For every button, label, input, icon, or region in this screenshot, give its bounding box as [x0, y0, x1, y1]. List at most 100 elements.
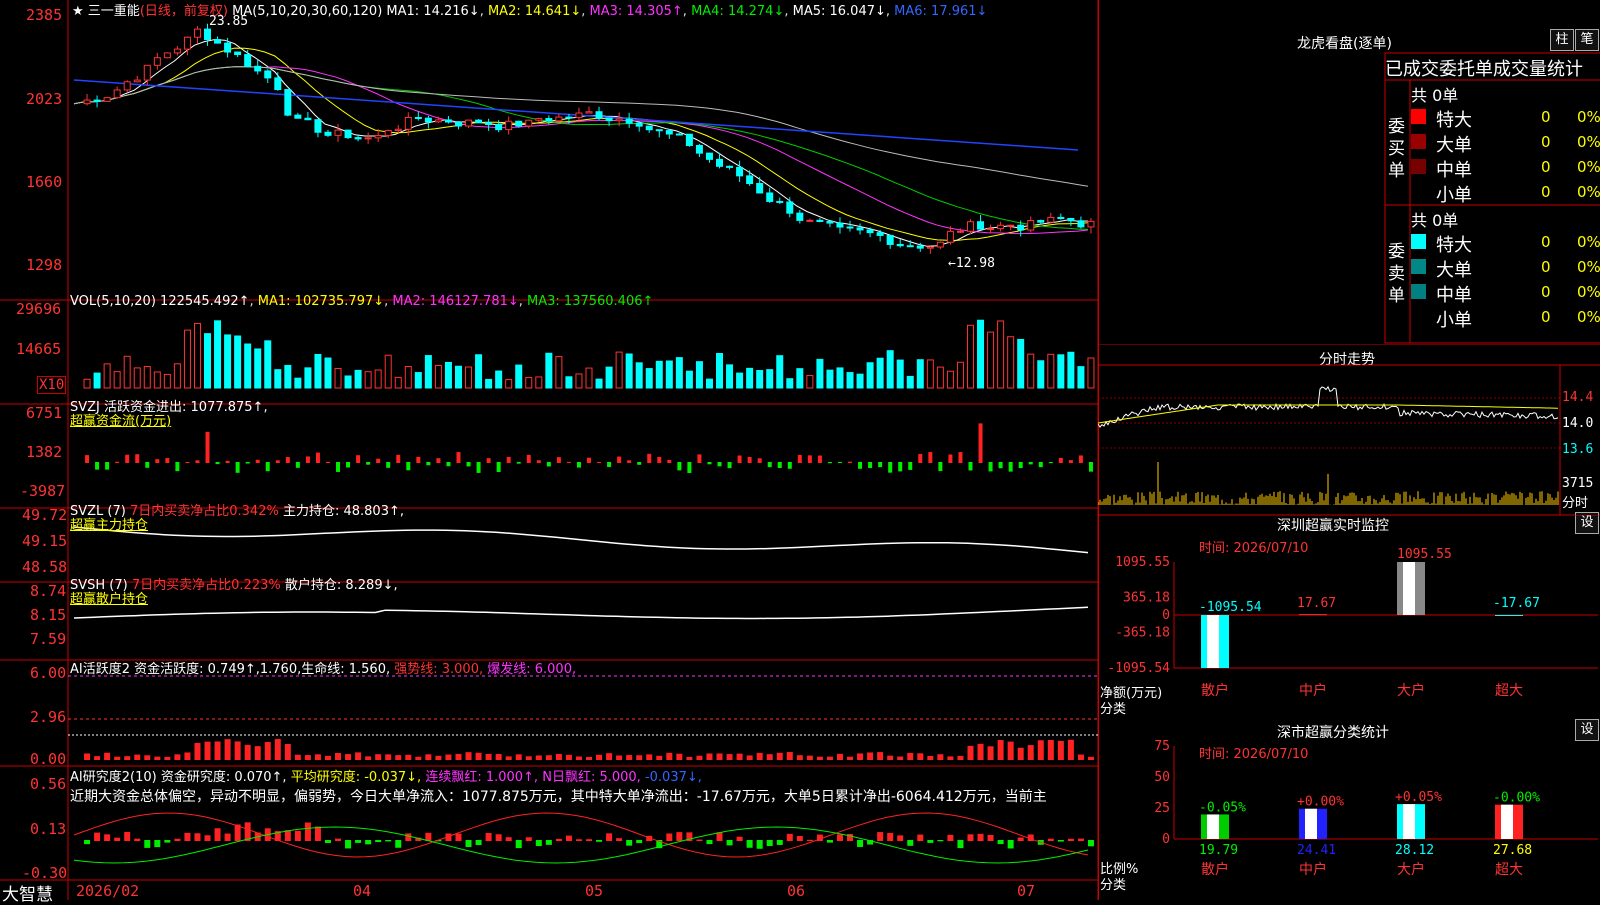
research-bar — [294, 830, 301, 841]
ai-research-neg: -0.037↓, — [644, 770, 702, 785]
flow-bar — [215, 462, 220, 465]
research-bar — [987, 834, 994, 841]
sell-row-label: 特大 — [1436, 235, 1472, 256]
flow-bar — [978, 423, 983, 463]
volume-bar — [173, 363, 181, 389]
flow-bar — [245, 462, 250, 464]
flow-bar — [597, 461, 602, 463]
stats-category-label: 超大 — [1495, 862, 1523, 878]
buy-color-swatch — [1411, 159, 1426, 174]
stats-pct-label: +0.05% — [1395, 790, 1442, 805]
flow-bar — [958, 452, 963, 463]
research-bar — [405, 833, 412, 841]
vol-ma1: MA1: 102735.797↓ — [257, 294, 385, 309]
flow-bar — [948, 454, 953, 463]
activity-bar — [776, 752, 783, 760]
research-bar — [887, 832, 894, 841]
volume-bar — [856, 373, 864, 389]
research-bar — [355, 840, 362, 843]
research-bar — [545, 840, 552, 845]
ma3-value: MA3: 14.305↑ — [589, 4, 683, 19]
candle-body — [806, 219, 814, 222]
research-bar — [696, 839, 703, 841]
research-bar — [666, 833, 673, 841]
activity-bar — [857, 753, 864, 760]
buy-count: 共 0单 — [1411, 86, 1459, 105]
volume-bar — [183, 329, 191, 389]
ma-line — [73, 66, 1089, 235]
volume-bar — [575, 373, 583, 389]
candle-body — [344, 129, 352, 139]
research-bar — [174, 838, 181, 841]
candle-body — [896, 243, 904, 247]
research-bar — [806, 839, 813, 841]
stats-category-label: 散户 — [1201, 861, 1229, 878]
mon-y-label: 0 — [1162, 608, 1170, 623]
svzl-hold: 主力持仓: 48.803↑, — [282, 504, 404, 519]
activity-bar — [1017, 747, 1024, 760]
activity-bar — [545, 755, 552, 760]
activity-bar — [957, 755, 964, 760]
activity-bar — [666, 752, 673, 760]
ai-active-y-label: 0.00 — [30, 750, 67, 768]
candle-body — [324, 131, 332, 136]
volume-bar — [605, 366, 613, 389]
activity-bar — [385, 754, 392, 760]
volume-bar — [224, 334, 232, 389]
flow-bar — [125, 454, 130, 463]
candle-body — [645, 125, 653, 131]
volume-bar — [525, 377, 533, 389]
kline-y-label: 2385 — [26, 6, 63, 24]
flow-bar — [627, 460, 632, 463]
activity-bar — [405, 754, 412, 760]
candle-body — [103, 97, 111, 102]
candle-body — [1087, 220, 1095, 228]
flow-bar — [386, 462, 391, 468]
candle-body — [284, 89, 292, 116]
kline-y-label: 1298 — [26, 256, 63, 274]
candle-body — [454, 121, 462, 127]
activity-bar — [314, 754, 321, 760]
flow-bar — [396, 454, 401, 463]
mon-y-label: 365.18 — [1123, 590, 1170, 605]
mon-category-label: 超大 — [1495, 683, 1523, 699]
intraday-chart[interactable] — [1098, 345, 1600, 515]
flow-bar — [637, 462, 642, 465]
research-bar — [616, 838, 623, 841]
flow-bar — [617, 456, 622, 463]
volume-bar — [876, 357, 884, 389]
research-bar — [1067, 838, 1074, 841]
candle-body — [846, 226, 854, 229]
volume-bar — [896, 359, 904, 389]
sz-monitor-xlabel: 分类 — [1100, 702, 1127, 717]
candle-body — [946, 230, 954, 243]
stats-bar-highlight — [1305, 808, 1317, 839]
candle-body — [204, 28, 212, 41]
volume-bar — [1017, 338, 1025, 389]
mon-category-label: 散户 — [1201, 682, 1229, 699]
sell-row-pct: 0% — [1577, 233, 1600, 251]
flow-bar — [85, 455, 90, 463]
activity-bar — [224, 739, 231, 760]
candle-body — [695, 145, 703, 154]
stock-name[interactable]: 三一重能 — [88, 4, 140, 19]
flow-bar — [908, 462, 913, 470]
activity-bar — [294, 754, 301, 760]
main-chart-canvas[interactable] — [0, 0, 1100, 900]
volume-bar — [93, 372, 101, 389]
candle-body — [1027, 220, 1035, 231]
activity-bar — [897, 756, 904, 760]
flow-bar — [486, 458, 491, 463]
intraday-unit-label: 分时 — [1562, 496, 1589, 511]
research-bar — [1087, 840, 1094, 847]
candle-body — [705, 152, 713, 160]
flow-bar — [1078, 455, 1083, 463]
volume-bar — [294, 377, 302, 389]
mon-bar-highlight — [1207, 615, 1219, 668]
volume-bar — [364, 371, 372, 389]
candle-body — [83, 99, 91, 105]
candle-body — [987, 228, 995, 231]
flow-bar — [446, 462, 451, 467]
activity-bar — [1067, 739, 1074, 760]
volume-bar — [776, 355, 784, 389]
